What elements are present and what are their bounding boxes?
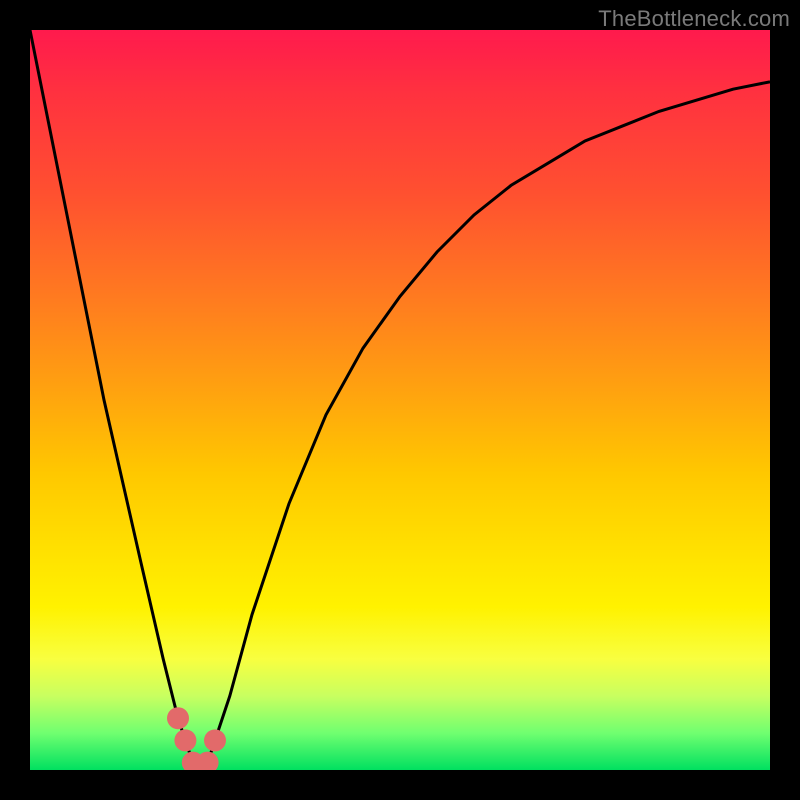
bottleneck-curve: [30, 30, 770, 770]
marker-dot: [174, 729, 196, 751]
plot-area: [30, 30, 770, 770]
curve-svg: [30, 30, 770, 770]
marker-dot: [204, 729, 226, 751]
chart-frame: TheBottleneck.com: [0, 0, 800, 800]
marker-dot: [167, 707, 189, 729]
watermark-text: TheBottleneck.com: [598, 6, 790, 32]
highlight-markers: [167, 707, 226, 770]
